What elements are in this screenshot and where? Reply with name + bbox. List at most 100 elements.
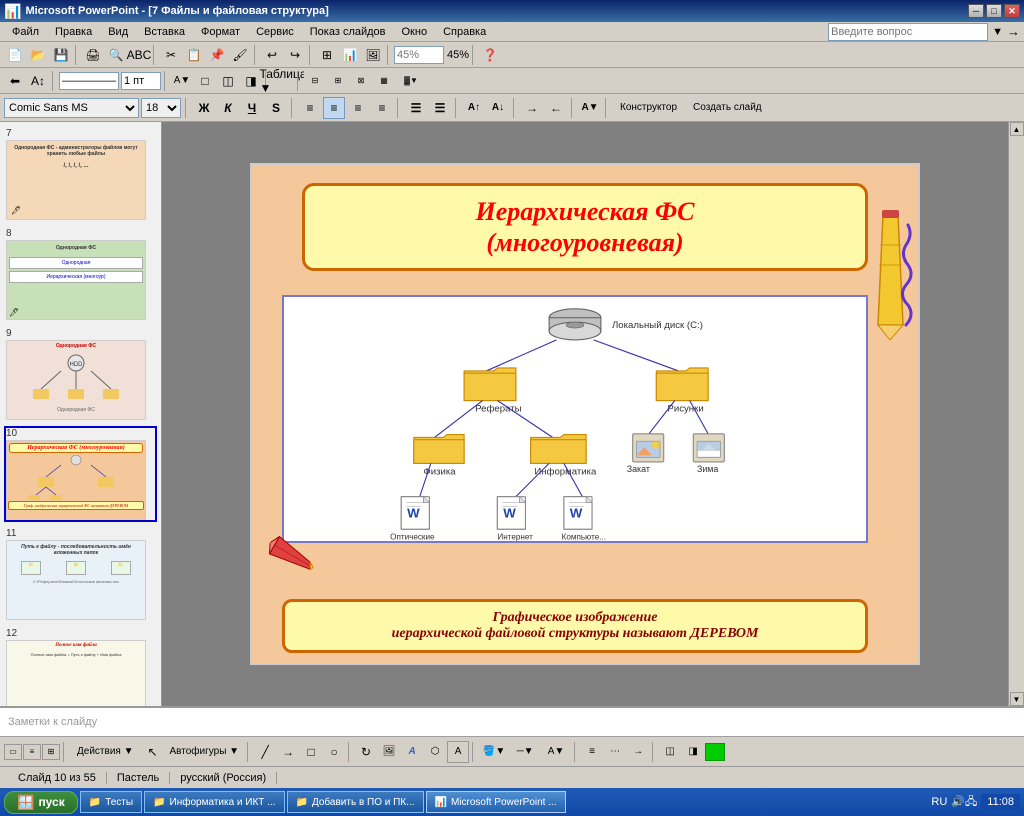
help-button[interactable]: ❓ [479,44,501,66]
tbl-fill[interactable]: ▓▼ [396,70,426,92]
menu-slideshow[interactable]: Показ слайдов [302,24,394,40]
spell-button[interactable]: ABC [128,44,150,66]
slide-thumb-11[interactable]: 11 Путь к файлу - последовательность имё… [4,526,157,622]
zoom-input[interactable] [394,46,444,64]
slide-thumb-12[interactable]: 12 Полное имя файла Полное имя файла = П… [4,626,157,706]
cut-button[interactable]: ✂ [160,44,182,66]
undo-button[interactable]: ↩ [261,44,283,66]
justify-btn[interactable]: ≡ [371,97,393,119]
start-button[interactable]: 🪟 пуск [4,791,78,814]
fill-color-draw-btn[interactable]: 🪣▼ [479,741,509,763]
taskbar-item-0[interactable]: 📁 Тесты [80,791,142,813]
tbl-border1[interactable]: ⊟ [304,70,326,92]
align-left-tb[interactable]: ⬅ [4,70,26,92]
formatpainter-button[interactable]: 🖌 [229,44,251,66]
help-input[interactable] [828,23,988,41]
slide-thumb-10[interactable]: 10 Иерархическая ФС (многоуровневая) [4,426,157,522]
line-width-input[interactable] [121,72,161,90]
wordart-btn[interactable]: A [401,741,423,763]
slide-thumb-9[interactable]: 9 Однородная ФС HDD Однородная ФС [4,326,157,422]
arrow-tool-btn[interactable]: → [277,741,299,763]
menu-edit[interactable]: Правка [47,24,100,40]
designer-button[interactable]: Конструктор [613,97,684,119]
diagram-btn[interactable]: ⬡ [424,741,446,763]
taskbar-item-3[interactable]: 📊 Microsoft PowerPoint ... [426,791,566,813]
print-button[interactable]: 🖨 [82,44,104,66]
autoshapes-button[interactable]: Автофигуры ▼ [165,741,245,763]
tbl-border4[interactable]: ▦ [373,70,395,92]
slide-thumb-7[interactable]: 7 Однородная ФС - администраторы файлов … [4,126,157,222]
menu-help[interactable]: Справка [435,24,494,40]
right-scrollbar[interactable]: ▲ ▼ [1008,122,1024,706]
shadow-draw-btn[interactable]: ◫ [659,741,681,763]
minimize-button[interactable]: ─ [968,4,984,18]
indent-more-btn[interactable]: → [521,97,543,119]
actions-button[interactable]: Действия ▼ [70,741,141,763]
insert-picture-button[interactable]: 🖼 [362,44,384,66]
redo-button[interactable]: ↪ [284,44,306,66]
new-button[interactable]: 📄 [4,44,26,66]
ellipse-tool-btn[interactable]: ○ [323,741,345,763]
help-search-icon[interactable]: → [1007,24,1020,39]
save-button[interactable]: 💾 [50,44,72,66]
line-tool-btn[interactable]: ╱ [254,741,276,763]
text-dir-btn[interactable]: A↕ [27,70,49,92]
close-button[interactable]: ✕ [1004,4,1020,18]
font-color-draw-btn[interactable]: A▼ [541,741,571,763]
preview-button[interactable]: 🔍 [105,44,127,66]
cursor-btn[interactable]: ↖ [142,741,164,763]
normal-view-btn[interactable]: ▭ [4,744,22,760]
menu-window[interactable]: Окно [394,24,436,40]
dash-style-btn[interactable]: ⋯ [604,741,626,763]
clip-art-btn[interactable]: 🖼 [378,741,400,763]
increase-font-btn[interactable]: A↑ [463,97,485,119]
menu-view[interactable]: Вид [100,24,136,40]
rect-tool-btn[interactable]: □ [300,741,322,763]
open-button[interactable]: 📂 [27,44,49,66]
line-style-input[interactable] [59,72,119,90]
fill-color-btn[interactable]: A▼ [171,70,193,92]
texbox-btn[interactable]: A [447,741,469,763]
shadow-btn[interactable]: ◫ [217,70,239,92]
font-color-btn[interactable]: A▼ [579,97,601,119]
outline-view-btn[interactable]: ≡ [23,744,41,760]
align-center-btn[interactable]: ≡ [323,97,345,119]
taskbar-item-1[interactable]: 📁 Информатика и ИКТ ... [144,791,284,813]
rotate-btn[interactable]: ↻ [355,741,377,763]
menu-insert[interactable]: Вставка [136,24,193,40]
scroll-up-btn[interactable]: ▲ [1010,122,1024,136]
shape-select[interactable]: □ [194,70,216,92]
line-style-btn[interactable]: ≡ [581,741,603,763]
green-btn[interactable] [705,743,725,761]
bold-button[interactable]: Ж [193,97,215,119]
slide-thumb-8[interactable]: 8 Однородная ФС Однородная Иерархическая… [4,226,157,322]
slide-canvas[interactable]: Иерархическая ФС (многоуровневая) [250,163,920,665]
insert-table-button[interactable]: ⊞ [316,44,338,66]
slidesorter-view-btn[interactable]: ⊞ [42,744,60,760]
bullets-btn[interactable]: ☰ [405,97,427,119]
shadow-button[interactable]: S [265,97,287,119]
copy-button[interactable]: 📋 [183,44,205,66]
menu-service[interactable]: Сервис [248,24,302,40]
tbl-border2[interactable]: ⊞ [327,70,349,92]
underline-button[interactable]: Ч [241,97,263,119]
indent-less-btn[interactable]: ← [545,97,567,119]
help-dropdown-icon[interactable]: ▼ [992,26,1003,38]
paste-button[interactable]: 📌 [206,44,228,66]
menu-file[interactable]: Файл [4,24,47,40]
menu-format[interactable]: Формат [193,24,248,40]
line-color-btn[interactable]: ─▼ [510,741,540,763]
arrow-style-btn[interactable]: → [627,741,649,763]
font-family-select[interactable]: Comic Sans MS [4,98,139,118]
taskbar-item-2[interactable]: 📁 Добавить в ПО и ПК... [287,791,424,813]
tbl-border3[interactable]: ⊠ [350,70,372,92]
table-btn[interactable]: Таблица ▼ [272,70,294,92]
insert-chart-button[interactable]: 📊 [339,44,361,66]
maximize-button[interactable]: □ [986,4,1002,18]
numbered-btn[interactable]: ☰ [429,97,451,119]
align-left-btn[interactable]: ≡ [299,97,321,119]
3d-draw-btn[interactable]: ◨ [682,741,704,763]
font-size-select[interactable]: 18 [141,98,181,118]
scroll-down-btn[interactable]: ▼ [1010,692,1024,706]
decrease-font-btn[interactable]: A↓ [487,97,509,119]
